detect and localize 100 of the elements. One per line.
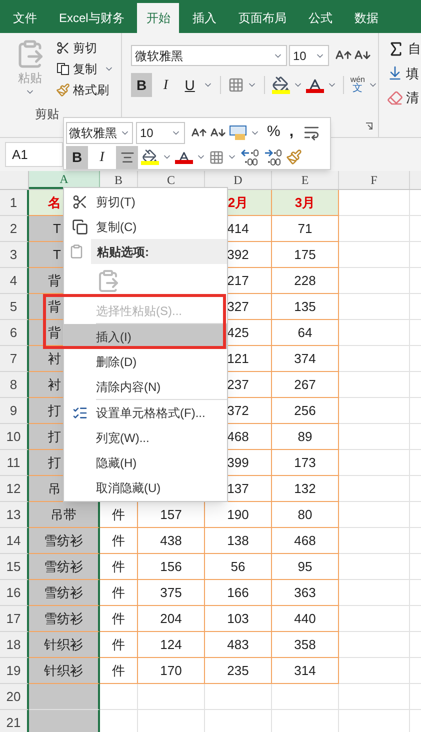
row-header[interactable]: 15 xyxy=(0,554,29,580)
table-cell: 267 xyxy=(272,372,339,398)
table-cell: 175 xyxy=(272,242,339,268)
empty-cell xyxy=(205,684,272,710)
row-header[interactable]: 7 xyxy=(0,346,29,372)
table-cell: 95 xyxy=(272,554,339,580)
fill-down-icon[interactable] xyxy=(387,65,403,82)
center-align-button[interactable] xyxy=(116,146,138,168)
row-header[interactable]: 14 xyxy=(0,528,29,554)
font-size-field[interactable]: 10 xyxy=(289,45,329,66)
percent-style-button[interactable]: % xyxy=(267,121,280,144)
copy-icon xyxy=(56,62,70,76)
table-cell: 针织衫 xyxy=(29,632,100,658)
row-header[interactable]: 11 xyxy=(0,450,29,476)
ribbon-tab[interactable]: 插入 xyxy=(183,3,226,33)
borders-icon[interactable] xyxy=(228,77,244,93)
autosum-label: 自 xyxy=(408,40,421,58)
empty-cell xyxy=(339,684,410,710)
scissors-icon xyxy=(56,41,70,55)
format-cells-icon xyxy=(72,404,88,420)
row-header[interactable]: 10 xyxy=(0,424,29,450)
bold-button[interactable]: B xyxy=(66,146,88,168)
font-name-field[interactable]: 微软雅黑 xyxy=(131,45,287,66)
row-header[interactable]: 18 xyxy=(0,632,29,658)
conditional-format-icon[interactable] xyxy=(229,124,247,140)
column-header[interactable]: F xyxy=(339,171,410,189)
italic-button[interactable]: I xyxy=(91,146,113,168)
row-header[interactable]: 21 xyxy=(0,710,29,732)
format-painter-button[interactable]: 格式刷 xyxy=(56,81,114,99)
row-header[interactable]: 13 xyxy=(0,502,29,528)
fill-label: 填 xyxy=(406,64,419,82)
empty-cell xyxy=(339,346,410,372)
row-header[interactable]: 19 xyxy=(0,658,29,684)
borders-icon[interactable] xyxy=(209,150,224,164)
font-size-field[interactable]: 10 xyxy=(136,122,185,144)
table-cell: 138 xyxy=(205,528,272,554)
scissors-icon xyxy=(72,194,88,210)
table-cell: 173 xyxy=(272,450,339,476)
fill-color-icon[interactable] xyxy=(272,76,290,94)
row-header[interactable]: 12 xyxy=(0,476,29,502)
empty-cell xyxy=(339,632,410,658)
cut-button[interactable]: 剪切 xyxy=(56,39,114,57)
ribbon-tab[interactable]: 页面布局 xyxy=(229,3,296,33)
dialog-launcher-icon[interactable] xyxy=(365,122,374,131)
empty-cell xyxy=(339,554,410,580)
font-name-field[interactable]: 微软雅黑 xyxy=(66,122,133,144)
empty-cell xyxy=(339,242,410,268)
row-header[interactable]: 1 xyxy=(0,190,29,216)
ribbon-tab[interactable]: 数据 xyxy=(345,3,388,33)
empty-cell xyxy=(339,476,410,502)
font-style-button[interactable]: U xyxy=(179,73,200,97)
font-style-button[interactable]: I xyxy=(155,73,176,97)
row-header[interactable]: 4 xyxy=(0,268,29,294)
row-header[interactable]: 2 xyxy=(0,216,29,242)
name-box[interactable]: A1 xyxy=(5,142,63,167)
table-cell: 71 xyxy=(272,216,339,242)
table-cell: 针织衫 xyxy=(29,658,100,684)
table-cell: 雪纺衫 xyxy=(29,554,100,580)
empty-cell xyxy=(339,606,410,632)
column-header[interactable]: E xyxy=(272,171,339,189)
table-cell: 156 xyxy=(138,554,205,580)
table-cell: 吊带 xyxy=(29,502,100,528)
table-cell: 89 xyxy=(272,424,339,450)
column-header[interactable]: A xyxy=(29,171,100,189)
fill-color-icon[interactable] xyxy=(141,149,159,165)
row-header[interactable]: 3 xyxy=(0,242,29,268)
row-header[interactable]: 20 xyxy=(0,684,29,710)
phonetic-guide-icon[interactable]: wén 文 xyxy=(350,76,366,94)
eraser-icon[interactable] xyxy=(387,90,403,106)
table-cell: 件 xyxy=(100,632,138,658)
row-header[interactable]: 9 xyxy=(0,398,29,424)
ribbon-tab[interactable]: 文件 xyxy=(4,3,46,33)
table-cell: 件 xyxy=(100,528,138,554)
brush-icon[interactable] xyxy=(286,149,302,165)
row-header[interactable]: 17 xyxy=(0,606,29,632)
row-header[interactable]: 5 xyxy=(0,294,29,320)
wrap-text-icon[interactable] xyxy=(302,124,320,141)
table-cell: 204 xyxy=(138,606,205,632)
comma-style-button[interactable]: , xyxy=(289,121,294,144)
increase-decimal-icon[interactable] xyxy=(240,148,260,166)
decrease-decimal-icon[interactable] xyxy=(263,148,283,166)
font-color-icon[interactable] xyxy=(175,150,193,164)
table-cell: 375 xyxy=(138,580,205,606)
table-cell: 363 xyxy=(272,580,339,606)
font-style-button[interactable]: B xyxy=(131,73,152,97)
ribbon-tab[interactable]: 开始 xyxy=(137,3,180,33)
row-header[interactable]: 8 xyxy=(0,372,29,398)
table-cell: 3月 xyxy=(272,190,339,216)
table-cell: 件 xyxy=(100,658,138,684)
ribbon-tab[interactable]: Excel与财务 xyxy=(50,3,134,33)
row-header[interactable]: 6 xyxy=(0,320,29,346)
table-cell: 135 xyxy=(272,294,339,320)
ribbon-tab[interactable]: 公式 xyxy=(299,3,342,33)
copy-button[interactable]: 复制 xyxy=(56,60,114,78)
table-cell: 雪纺衫 xyxy=(29,580,100,606)
table-cell: 56 xyxy=(205,554,272,580)
empty-cell xyxy=(339,294,410,320)
table-cell: 166 xyxy=(205,580,272,606)
row-header[interactable]: 16 xyxy=(0,580,29,606)
font-color-icon[interactable] xyxy=(306,77,324,93)
